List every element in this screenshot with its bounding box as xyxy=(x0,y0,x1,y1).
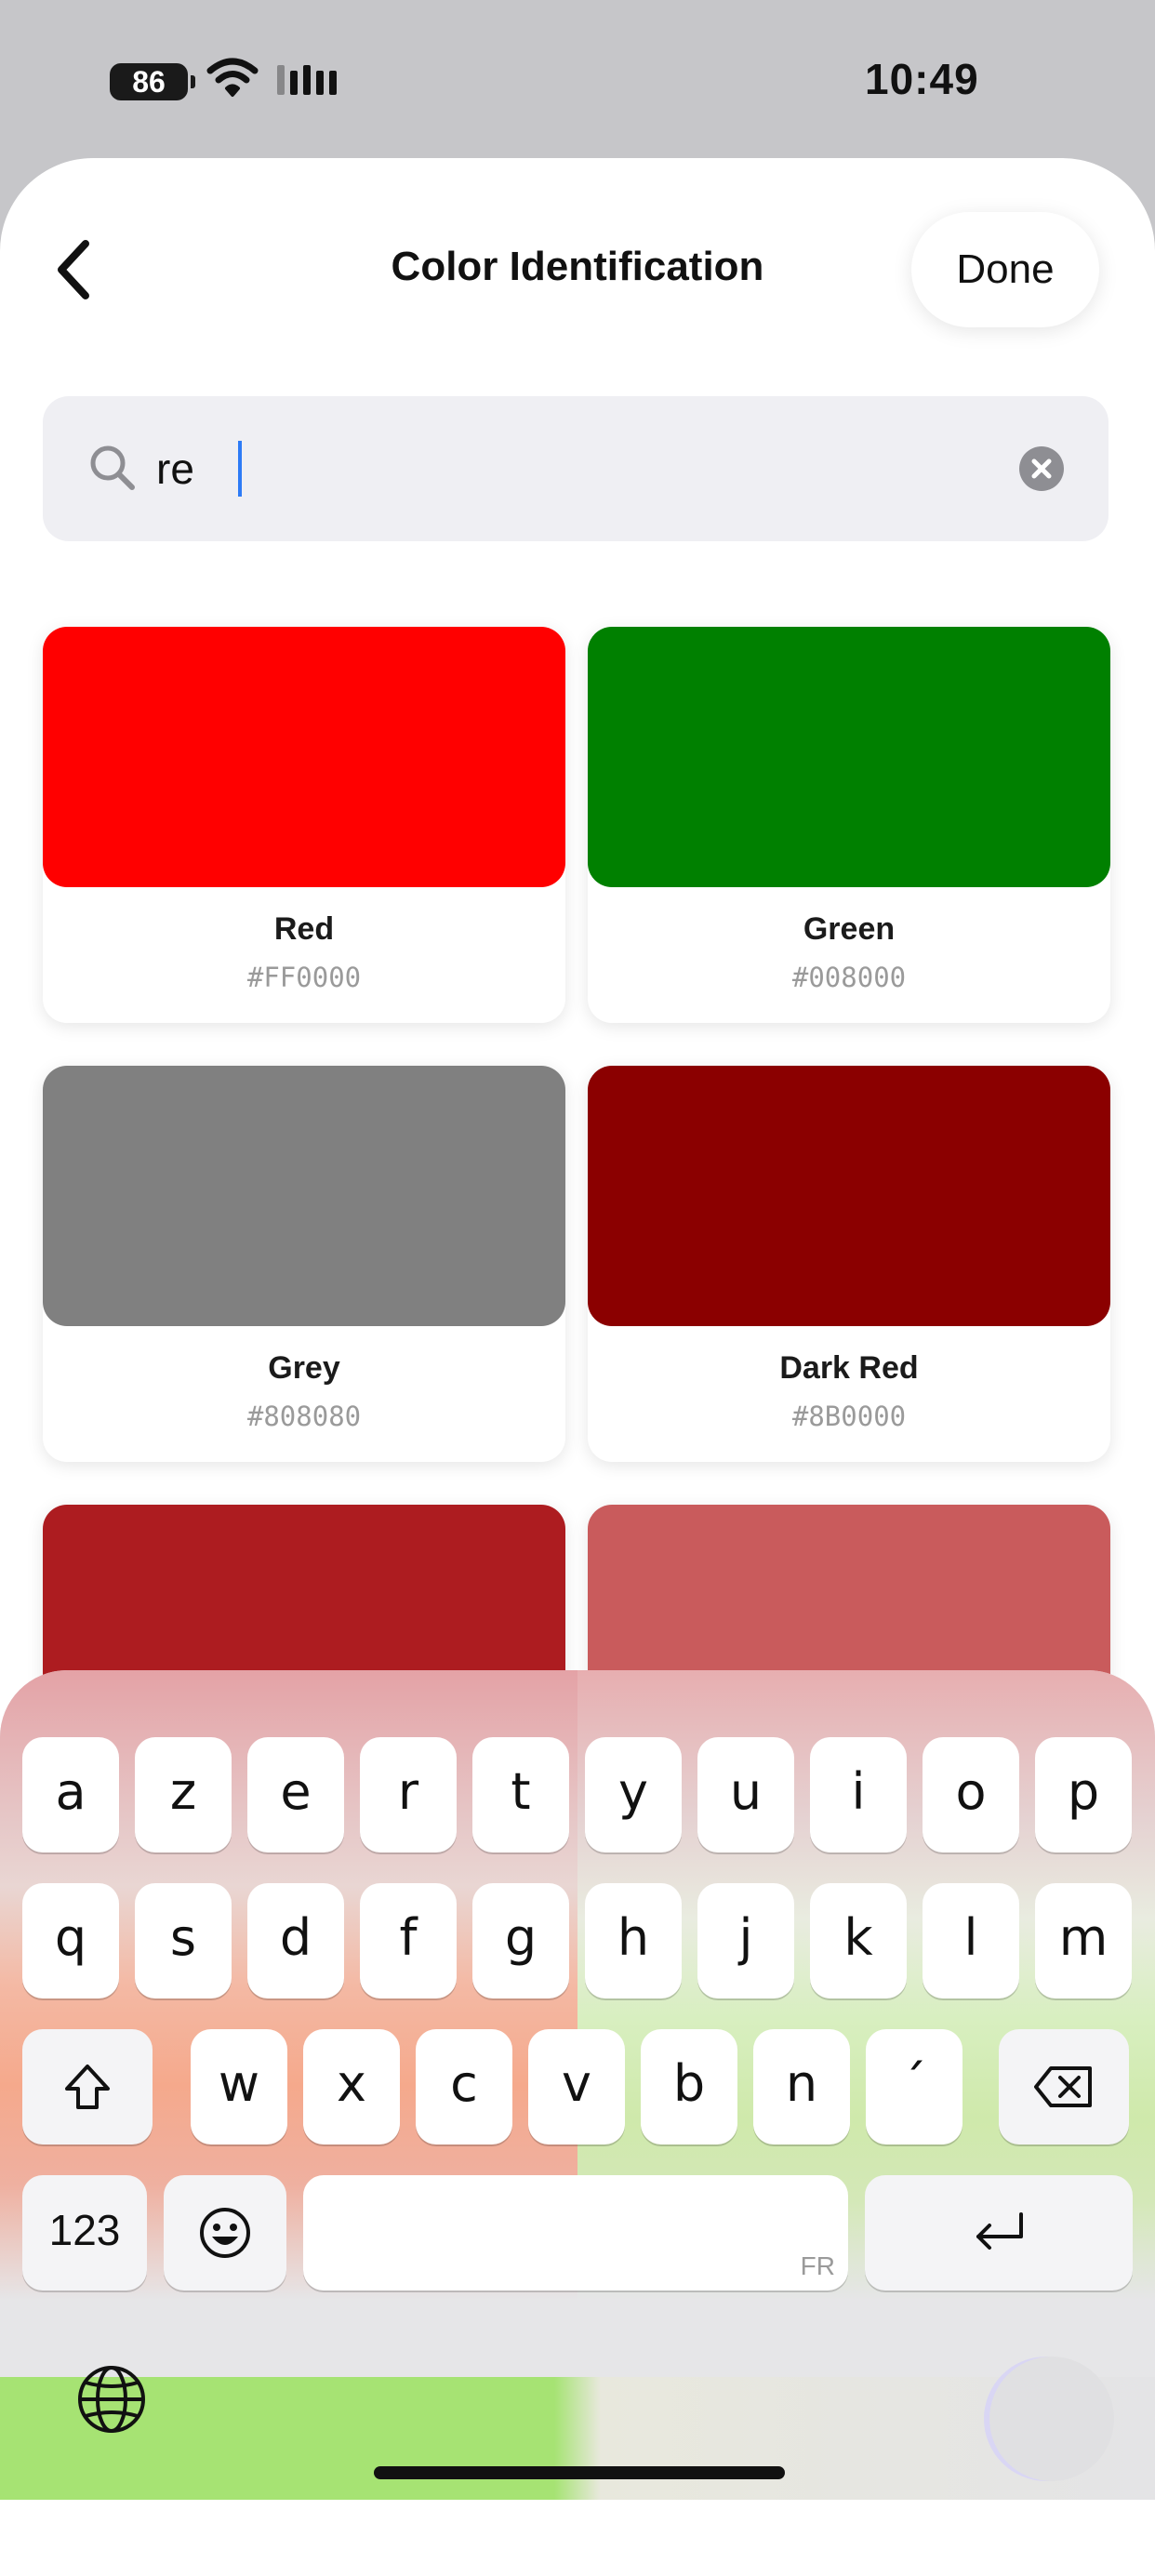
color-swatch xyxy=(588,1066,1110,1326)
key[interactable]: w xyxy=(191,2029,287,2144)
key[interactable]: i xyxy=(810,1737,907,1852)
shift-key[interactable] xyxy=(22,2029,153,2144)
color-hex: #FF0000 xyxy=(246,962,362,993)
globe-icon[interactable] xyxy=(74,2362,149,2437)
search-bar[interactable] xyxy=(43,396,1109,541)
status-bar: 86 10:49 xyxy=(0,0,1155,158)
battery-icon: 86 xyxy=(110,63,195,100)
key[interactable]: f xyxy=(360,1883,457,1998)
search-icon xyxy=(90,445,135,490)
key[interactable]: d xyxy=(247,1883,344,1998)
return-key[interactable] xyxy=(865,2175,1133,2291)
key[interactable]: t xyxy=(472,1737,569,1852)
key[interactable]: c xyxy=(416,2029,512,2144)
key[interactable]: o xyxy=(923,1737,1019,1852)
key[interactable]: y xyxy=(585,1737,682,1852)
key[interactable]: x xyxy=(303,2029,400,2144)
return-icon xyxy=(976,2212,1023,2250)
color-name: Dark Red xyxy=(779,1350,919,1386)
key[interactable]: q xyxy=(22,1883,119,1998)
color-swatch xyxy=(43,1066,565,1326)
cellular-signal-icon xyxy=(277,65,337,95)
key[interactable]: u xyxy=(697,1737,794,1852)
color-name: Grey xyxy=(268,1350,340,1386)
color-card[interactable]: Red #FF0000 xyxy=(43,627,565,1023)
key[interactable]: v xyxy=(528,2029,625,2144)
status-time: 10:49 xyxy=(865,55,979,103)
key[interactable]: j xyxy=(697,1883,794,1998)
dictation-icon[interactable] xyxy=(989,2357,1114,2481)
clear-search-button[interactable] xyxy=(1019,446,1064,491)
color-swatch xyxy=(588,627,1110,887)
key[interactable]: n xyxy=(753,2029,850,2144)
key[interactable]: ´ xyxy=(866,2029,962,2144)
key[interactable]: m xyxy=(1035,1883,1132,1998)
keyboard-language-label: FR xyxy=(800,2251,835,2280)
key[interactable]: l xyxy=(923,1883,1019,1998)
text-caret xyxy=(238,441,242,497)
keyboard-backdrop xyxy=(0,2377,1155,2500)
battery-level: 86 xyxy=(132,65,166,99)
key[interactable]: a xyxy=(22,1737,119,1852)
keyboard: a z e r t y u i o p q s d f g h j k l m … xyxy=(0,1670,1155,2500)
color-hex: #8B0000 xyxy=(791,1401,907,1432)
search-input[interactable] xyxy=(156,435,900,502)
color-swatch xyxy=(43,627,565,887)
color-name: Red xyxy=(273,911,335,947)
delete-icon xyxy=(1034,2066,1092,2107)
delete-key[interactable] xyxy=(999,2029,1129,2144)
home-indicator[interactable] xyxy=(374,2466,785,2479)
shift-icon xyxy=(65,2065,110,2109)
key[interactable]: s xyxy=(135,1883,232,1998)
key[interactable]: r xyxy=(360,1737,457,1852)
emoji-key[interactable] xyxy=(164,2175,286,2291)
space-key[interactable]: FR xyxy=(303,2175,848,2291)
key[interactable]: e xyxy=(247,1737,344,1852)
color-hex: #008000 xyxy=(791,962,907,993)
color-name: Green xyxy=(803,911,896,947)
numbers-key[interactable]: 123 xyxy=(22,2175,147,2291)
color-card[interactable]: Grey #808080 xyxy=(43,1066,565,1462)
close-icon xyxy=(1031,458,1052,479)
key[interactable]: h xyxy=(585,1883,682,1998)
done-button[interactable]: Done xyxy=(911,212,1099,327)
key[interactable]: k xyxy=(810,1883,907,1998)
emoji-icon xyxy=(200,2208,250,2258)
key[interactable]: z xyxy=(135,1737,232,1852)
key[interactable]: p xyxy=(1035,1737,1132,1852)
wifi-icon xyxy=(206,58,259,97)
color-hex: #808080 xyxy=(246,1401,362,1432)
key[interactable]: b xyxy=(641,2029,737,2144)
key[interactable]: g xyxy=(472,1883,569,1998)
color-card[interactable]: Dark Red #8B0000 xyxy=(588,1066,1110,1462)
color-card[interactable]: Green #008000 xyxy=(588,627,1110,1023)
